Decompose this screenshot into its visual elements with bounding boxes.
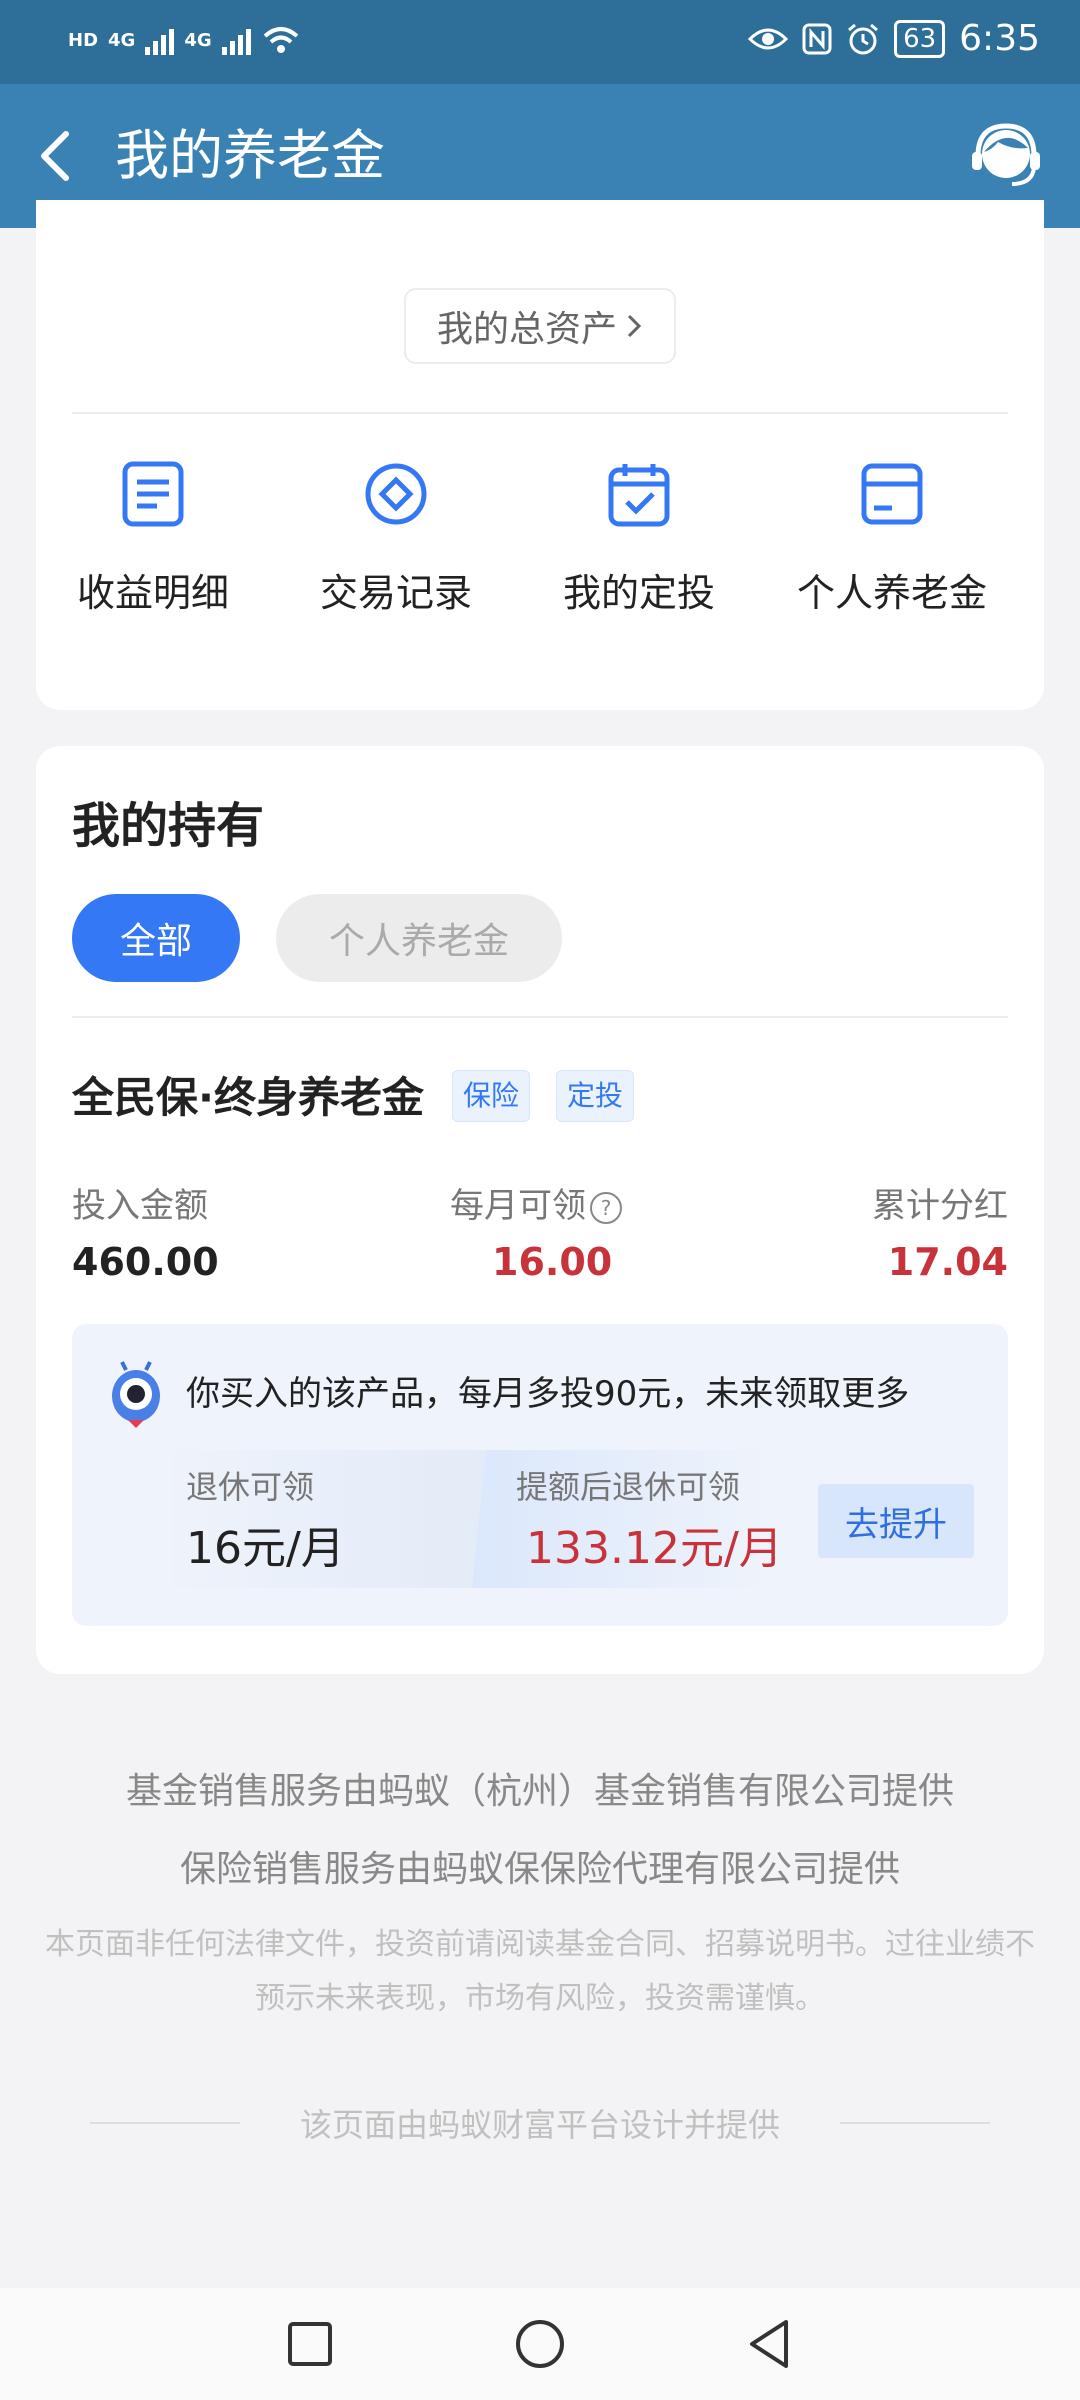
boost-button[interactable]: 去提升 (818, 1484, 974, 1558)
customer-service-icon[interactable] (968, 118, 1044, 194)
home-icon[interactable] (512, 2316, 568, 2372)
signal-icon (145, 25, 175, 55)
quick-action-income-detail[interactable]: 收益明细 (43, 460, 263, 617)
dividend-label: 累计分红 (872, 1186, 1008, 1226)
nfc-icon (802, 23, 832, 54)
total-assets-button[interactable]: 我的总资产 (404, 288, 676, 364)
card-icon (861, 463, 923, 525)
document-icon (122, 461, 184, 527)
total-assets-label: 我的总资产 (436, 309, 617, 350)
product-name[interactable]: 全民保·终身养老金 (72, 1064, 424, 1125)
dividend-value: 17.04 (887, 1240, 1008, 1284)
network-type-2: 4G (184, 29, 212, 51)
insurance-sales-notice: 保险销售服务由蚂蚁保保险代理有限公司提供 (179, 1849, 900, 1890)
system-navigation-bar (0, 2288, 1080, 2400)
mascot-icon (112, 1361, 160, 1428)
quick-action-label: 交易记录 (319, 571, 472, 615)
page-title: 我的养老金 (115, 124, 385, 187)
monthly-payout-value: 16.00 (492, 1240, 613, 1284)
back-nav-icon[interactable] (742, 2316, 798, 2372)
retire-payout-label: 退休可领 (186, 1468, 315, 1506)
invest-amount-label: 投入金额 (72, 1186, 208, 1226)
divider (72, 1016, 1008, 1018)
chevron-right-icon (627, 314, 642, 338)
back-icon[interactable] (30, 124, 90, 188)
tag-insurance: 保险 (452, 1070, 531, 1122)
holdings-card: 我的持有 全部 个人养老金 全民保·终身养老金 保险 定投 投入金额 460.0… (36, 746, 1044, 1674)
invest-amount-value: 460.00 (72, 1240, 219, 1284)
quick-action-label: 收益明细 (76, 571, 229, 615)
tag-auto-invest: 定投 (556, 1070, 635, 1122)
assets-card: 我的总资产 收益明细 交易记录 我的定投 个人养老金 (36, 200, 1044, 710)
boost-promo: 你买入的该产品，每月多投90元，未来领取更多 退休可领 16元/月 提额后退休可… (72, 1324, 1008, 1626)
quick-action-label: 个人养老金 (796, 571, 987, 615)
clock: 6:35 (959, 18, 1040, 59)
coin-icon (365, 463, 427, 525)
network-type-1: 4G (108, 29, 136, 51)
section-title: 我的持有 (72, 798, 265, 854)
fund-sales-notice: 基金销售服务由蚂蚁（杭州）基金销售有限公司提供 (125, 1771, 954, 1812)
alarm-icon (848, 23, 879, 54)
divider (72, 412, 1008, 414)
wifi-icon (263, 27, 298, 53)
quick-action-label: 我的定投 (562, 571, 715, 615)
promo-text: 你买入的该产品，每月多投90元，未来领取更多 (186, 1374, 910, 1414)
signal-icon (221, 25, 251, 55)
monthly-payout-label: 每月可领 (450, 1186, 586, 1226)
disclaimer: 本页面非任何法律文件，投资前请阅读基金合同、招募说明书。过往业绩不预示未来表现，… (45, 1927, 1035, 2016)
divider (840, 2122, 990, 2124)
boosted-payout-label: 提额后退休可领 (516, 1468, 741, 1506)
eye-icon (748, 28, 789, 49)
retire-payout-value: 16元/月 (186, 1523, 345, 1574)
status-bar: HD 4G 4G 63 6:35 (0, 0, 1080, 84)
battery-indicator: 63 (894, 19, 946, 58)
monthly-payout-label-wrap: 每月可领? (450, 1178, 622, 1227)
calendar-check-icon (608, 464, 670, 527)
help-icon[interactable]: ? (590, 1191, 622, 1224)
recents-icon[interactable] (282, 2316, 338, 2372)
tab-personal-pension[interactable]: 个人养老金 (276, 894, 562, 982)
tab-all[interactable]: 全部 (72, 894, 240, 982)
quick-action-personal-pension[interactable]: 个人养老金 (772, 460, 1012, 617)
boosted-payout-value: 133.12元/月 (526, 1523, 783, 1574)
quick-action-auto-invest[interactable]: 我的定投 (529, 460, 749, 617)
quick-action-transactions[interactable]: 交易记录 (286, 460, 506, 617)
hd-indicator: HD (68, 29, 99, 51)
